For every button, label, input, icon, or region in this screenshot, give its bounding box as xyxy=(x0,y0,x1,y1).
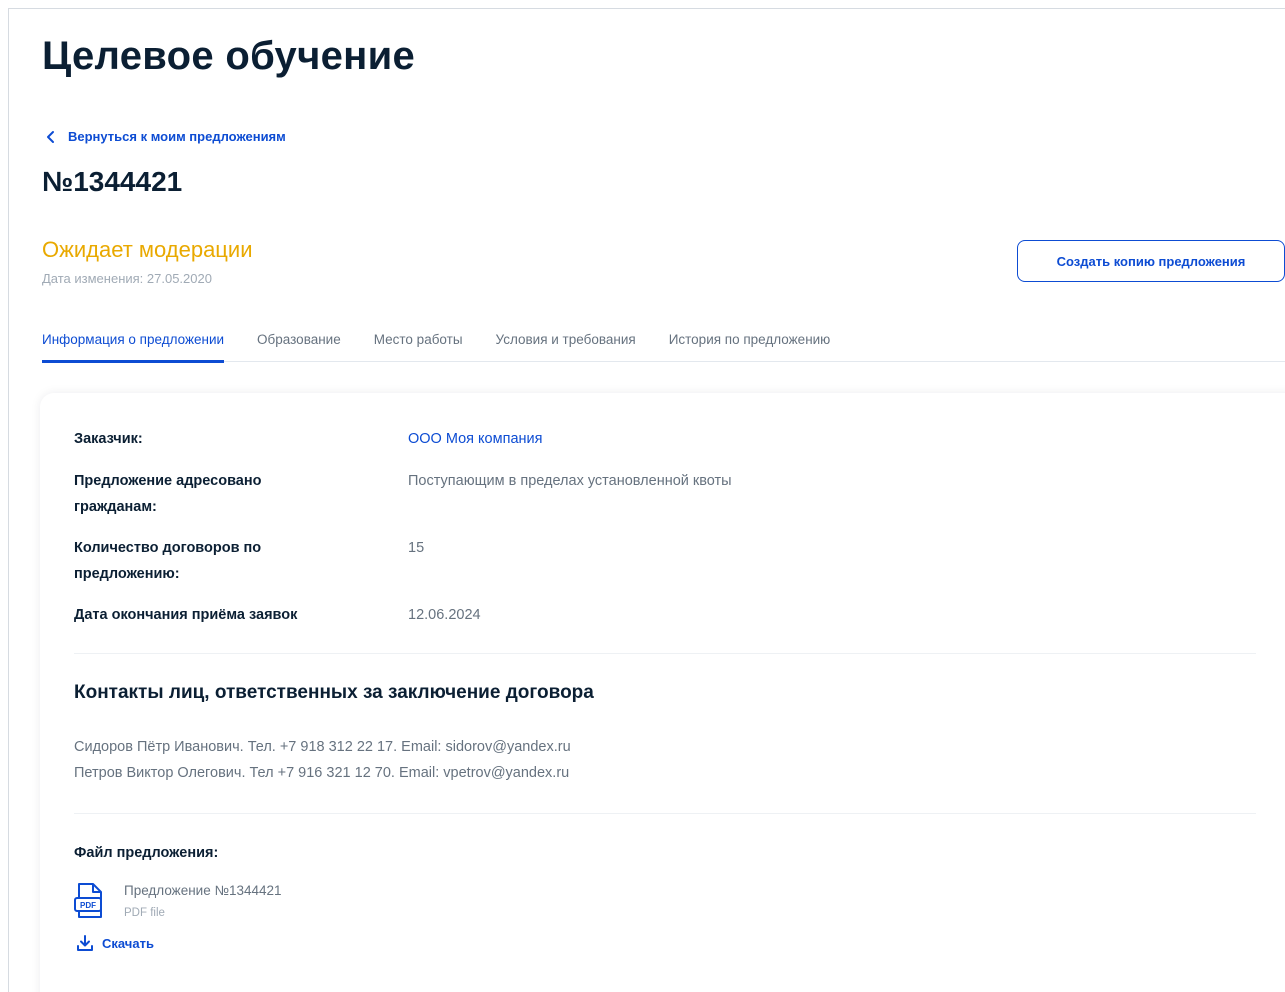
tab-education[interactable]: Образование xyxy=(257,330,341,362)
addressed-label: Предложение адресовано гражданам: xyxy=(74,473,262,515)
customer-link[interactable]: ООО Моя компания xyxy=(408,426,828,452)
tab-offer-info[interactable]: Информация о предложении xyxy=(42,330,225,363)
back-to-offers-link[interactable]: Вернуться к моим предложениям xyxy=(44,129,286,144)
contact-line: Петров Виктор Олегович. Тел +7 916 321 1… xyxy=(74,765,570,781)
status-badge: Ожидает модерации xyxy=(42,237,253,262)
download-icon xyxy=(76,934,94,952)
chevron-left-icon xyxy=(44,130,58,144)
divider xyxy=(74,653,1256,654)
contracts-label: Количество договоров по предложению: xyxy=(74,540,262,582)
offer-info-card: Заказчик: ООО Моя компания Предложение а… xyxy=(40,393,1285,992)
tab-conditions[interactable]: Условия и требования xyxy=(496,330,636,362)
tab-workplace[interactable]: Место работы xyxy=(374,330,463,362)
contact-line: Сидоров Пётр Иванович. Тел. +7 918 312 2… xyxy=(74,739,571,755)
customer-label: Заказчик: xyxy=(74,431,143,447)
file-type: PDF file xyxy=(124,907,165,919)
pdf-icon-label: PDF xyxy=(80,901,96,910)
deadline-value: 12.06.2024 xyxy=(408,607,481,623)
file-name: Предложение №1344421 xyxy=(124,883,282,898)
tab-history[interactable]: История по предложению xyxy=(669,330,831,362)
back-link-label: Вернуться к моим предложениям xyxy=(68,129,286,144)
pdf-file-icon: PDF xyxy=(74,883,106,919)
download-link[interactable]: Скачать xyxy=(76,934,154,952)
download-label: Скачать xyxy=(102,935,154,951)
addressed-value: Поступающим в пределах установленной кво… xyxy=(408,473,732,489)
changed-date: Дата изменения: 27.05.2020 xyxy=(42,271,212,286)
file-title: Файл предложения: xyxy=(74,845,219,861)
tab-bar: Информация о предложении Образование Мес… xyxy=(42,330,1285,363)
offer-number: №1344421 xyxy=(42,166,183,197)
create-copy-button[interactable]: Создать копию предложения xyxy=(1017,240,1285,282)
page-title: Целевое обучение xyxy=(42,34,416,78)
divider xyxy=(74,813,1256,814)
deadline-label: Дата окончания приёма заявок xyxy=(74,607,298,623)
contracts-value: 15 xyxy=(408,540,425,556)
contacts-title: Контакты лиц, ответственных за заключени… xyxy=(74,682,594,703)
